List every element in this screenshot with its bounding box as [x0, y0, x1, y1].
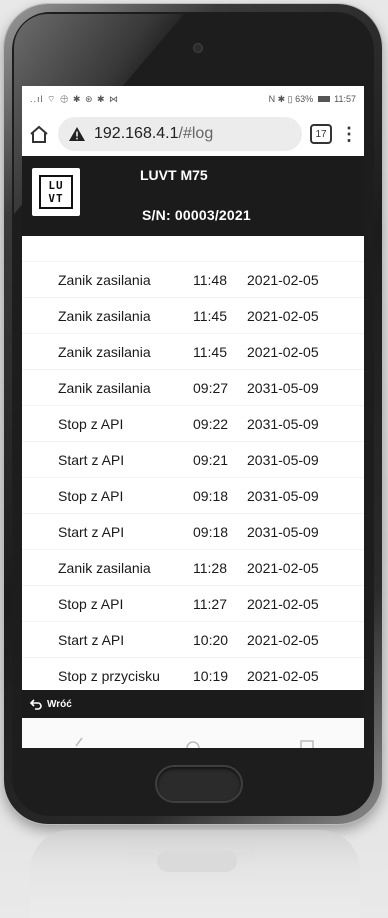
log-event: Stop z przycisku	[58, 667, 160, 684]
log-event: Start z API	[58, 523, 125, 540]
logo-mark: LU VT	[39, 175, 73, 209]
phone-reflection	[30, 830, 360, 918]
log-time: 11:45	[193, 343, 227, 360]
browser-toolbar: 192.168.4.1/#log 17 ⋮	[22, 112, 364, 156]
log-date: 2021-02-05	[247, 307, 319, 324]
log-event: Zanik zasilania	[58, 307, 151, 324]
log-event: Zanik zasilania	[58, 379, 151, 396]
nav-recents-icon[interactable]	[298, 736, 316, 748]
log-time: 09:18	[193, 523, 229, 540]
log-row: Start z API 09:18 2031-05-09	[22, 514, 364, 550]
log-date: 2021-02-05	[247, 271, 319, 288]
log-row-spacer	[22, 236, 364, 262]
log-event: Stop z API	[58, 595, 124, 612]
log-date: 2031-05-09	[247, 379, 319, 396]
status-icons-right: N ✱ ▯ 63% 11:57	[269, 94, 356, 105]
log-time: 09:21	[193, 451, 229, 468]
log-row: Zanik zasilania 11:45 2021-02-05	[22, 334, 364, 370]
luvt-logo: LU VT	[32, 168, 80, 216]
app-footer: Wróć	[22, 690, 364, 718]
log-event: Zanik zasilania	[58, 271, 151, 288]
log-event: Zanik zasilania	[58, 559, 151, 576]
nav-home-icon[interactable]	[184, 736, 202, 748]
status-time: 11:57	[334, 93, 356, 104]
log-row: Zanik zasilania 09:27 2031-05-09	[22, 370, 364, 406]
url-path: /#log	[178, 125, 214, 142]
log-date: 2021-02-05	[247, 631, 319, 648]
status-bar: ..ıl ⌔ ⊕ ✱ ⊛ ✱ ⋈ N ✱ ▯ 63% 11:57	[22, 86, 364, 112]
log-row: Zanik zasilania 11:48 2021-02-05	[22, 262, 364, 298]
warning-icon[interactable]	[68, 126, 86, 142]
tabs-count-button[interactable]: 17	[310, 124, 332, 144]
event-log-list[interactable]: Zanik zasilania 11:48 2021-02-05 Zanik zasi…	[22, 236, 364, 692]
log-time: 11:48	[193, 271, 227, 288]
log-row: Stop z API 11:27 2021-02-05	[22, 586, 364, 622]
back-arrow-icon	[30, 699, 42, 710]
log-row: Start z API 09:21 2031-05-09	[22, 442, 364, 478]
hardware-home-button[interactable]	[157, 767, 241, 801]
log-time: 09:18	[193, 487, 229, 504]
log-date: 2031-05-09	[247, 523, 319, 540]
log-time: 10:20	[193, 631, 229, 648]
url-host: 192.168.4.1	[94, 125, 179, 142]
log-date: 2031-05-09	[247, 451, 319, 468]
log-date: 2021-02-05	[247, 559, 319, 576]
log-event: Zanik zasilania	[58, 343, 151, 360]
log-row: Zanik zasilania 11:28 2021-02-05	[22, 550, 364, 586]
phone-screen: ..ıl ⌔ ⊕ ✱ ⊛ ✱ ⋈ N ✱ ▯ 63% 11:57 192.168…	[22, 86, 364, 748]
address-bar[interactable]: 192.168.4.1/#log	[58, 117, 302, 151]
log-time: 10:19	[193, 667, 229, 684]
device-serial: S/N: 00003/2021	[142, 207, 251, 223]
log-row: Stop z API 09:22 2031-05-09	[22, 406, 364, 442]
log-event: Stop z API	[58, 487, 124, 504]
reflection-button	[157, 850, 237, 872]
log-date: 2021-02-05	[247, 667, 319, 684]
back-button[interactable]: Wróć	[22, 692, 82, 716]
status-icons-right-glyphs: N ✱ ▯ 63%	[268, 93, 314, 104]
url-text: 192.168.4.1/#log	[94, 125, 213, 143]
log-row: Stop z przycisku 10:19 2021-02-05	[22, 658, 364, 692]
front-camera	[194, 44, 202, 52]
log-time: 09:22	[193, 415, 229, 432]
log-row: Stop z API 09:18 2031-05-09	[22, 478, 364, 514]
device-model: LUVT M75	[140, 167, 208, 183]
back-label: Wróć	[47, 698, 72, 710]
log-date: 2021-02-05	[247, 595, 319, 612]
log-time: 09:27	[193, 379, 229, 396]
log-date: 2031-05-09	[247, 415, 319, 432]
app-header: LU VT LUVT M75 S/N: 00003/2021	[22, 156, 364, 236]
logo-text-top: LU	[48, 179, 64, 192]
battery-icon	[317, 96, 330, 103]
log-event: Start z API	[58, 451, 125, 468]
browser-menu-icon[interactable]: ⋮	[340, 125, 358, 143]
log-date: 2021-02-05	[247, 343, 319, 360]
status-icons-left: ..ıl ⌔ ⊕ ✱ ⊛ ✱ ⋈	[30, 93, 120, 104]
home-icon[interactable]	[28, 123, 50, 145]
log-time: 11:27	[193, 595, 227, 612]
log-event: Start z API	[58, 631, 125, 648]
android-nav-bar	[22, 718, 364, 748]
log-time: 11:45	[193, 307, 227, 324]
nav-back-icon[interactable]	[70, 736, 88, 748]
log-row: Zanik zasilania 11:45 2021-02-05	[22, 298, 364, 334]
log-date: 2031-05-09	[247, 487, 319, 504]
log-time: 11:28	[193, 559, 227, 576]
log-row: Start z API 10:20 2021-02-05	[22, 622, 364, 658]
log-event: Stop z API	[58, 415, 124, 432]
logo-text-bottom: VT	[48, 192, 64, 205]
